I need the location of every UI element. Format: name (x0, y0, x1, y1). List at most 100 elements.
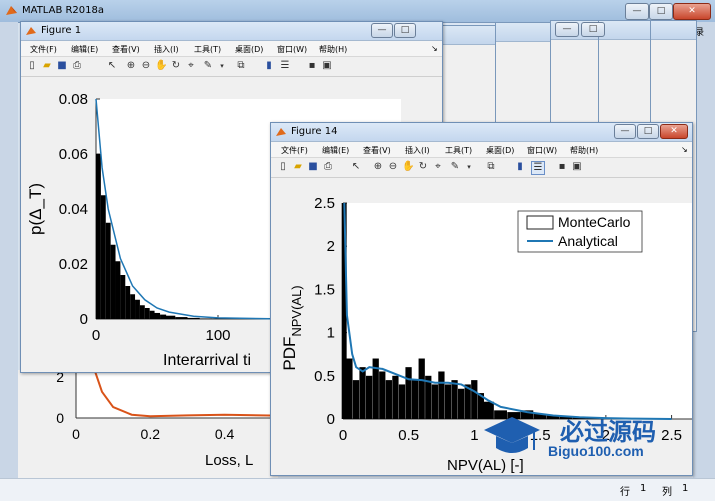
pan-icon[interactable]: ✋ (155, 60, 167, 72)
menu-help[interactable]: 帮助(H) (570, 145, 598, 156)
rotate-icon[interactable]: ↻ (170, 60, 182, 72)
interarrival-histogram-bar (188, 318, 200, 319)
menu-file[interactable]: 文件(F) (30, 44, 57, 55)
interarrival-ytick-label: 0.02 (59, 256, 88, 273)
insert-legend-icon[interactable]: ☰ (531, 161, 545, 175)
menu-dock-arrow-icon[interactable]: ↘ (681, 145, 688, 154)
close-button[interactable]: ✕ (673, 3, 711, 20)
stack-minimize-button[interactable]: — (555, 22, 579, 37)
interarrival-ytick-label: 0.06 (59, 146, 88, 163)
link-plot-icon[interactable]: ⧉ (235, 60, 247, 72)
graduation-cap-icon (482, 412, 542, 460)
insert-legend-icon[interactable]: ☰ (279, 60, 291, 72)
menu-dock-arrow-icon[interactable]: ↘ (431, 44, 438, 53)
insert-colorbar-icon[interactable]: ▮ (514, 161, 526, 173)
maximize-button[interactable]: □ (649, 3, 673, 20)
menu-help[interactable]: 帮助(H) (319, 44, 347, 55)
interarrival-histogram-bar (163, 316, 175, 319)
hide-plot-tools-icon[interactable]: ▪ (306, 60, 318, 72)
menu-file[interactable]: 文件(F) (281, 145, 308, 156)
npv-ytick-label: 0.5 (314, 368, 335, 385)
brush-icon[interactable]: ✎ (449, 161, 461, 173)
new-figure-icon[interactable]: ▯ (26, 60, 38, 72)
menu-window[interactable]: 窗口(W) (277, 44, 307, 55)
edit-plot-icon[interactable]: ↖ (350, 161, 362, 173)
menu-view[interactable]: 查看(V) (112, 44, 140, 55)
open-file-icon[interactable]: ▰ (292, 161, 304, 173)
menu-desktop[interactable]: 桌面(D) (486, 145, 514, 156)
link-plot-icon[interactable]: ⧉ (485, 161, 497, 173)
menu-edit[interactable]: 编辑(E) (71, 44, 98, 55)
zoom-out-icon[interactable]: ⊖ (387, 161, 399, 173)
zoom-in-icon[interactable]: ⊕ (125, 60, 137, 72)
insert-colorbar-icon[interactable]: ▮ (263, 60, 275, 72)
npv-ylabel-sub: NPV(AL) (289, 285, 304, 336)
npv-histogram-bar (419, 359, 425, 419)
npv-histogram-bar (412, 380, 418, 419)
npv-histogram-bar (392, 376, 398, 419)
data-cursor-icon[interactable]: ⌖ (185, 60, 197, 72)
status-row-label: 行 (620, 483, 630, 498)
menu-edit[interactable]: 编辑(E) (322, 145, 349, 156)
npv-histogram-bar (366, 376, 372, 419)
print-icon[interactable]: ⎙ (322, 161, 334, 173)
matlab-logo-icon (5, 4, 18, 17)
hide-plot-tools-icon[interactable]: ▪ (556, 161, 568, 173)
menu-tools[interactable]: 工具(T) (445, 145, 472, 156)
npv-legend[interactable]: MonteCarlo Analytical (518, 211, 642, 252)
pan-icon[interactable]: ✋ (402, 161, 414, 173)
interarrival-ylabel: p(Δ_T) (26, 183, 45, 235)
open-file-icon[interactable]: ▰ (41, 60, 53, 72)
brush-dropdown-icon[interactable]: ▾ (463, 161, 475, 173)
npv-xtick-label: 0 (339, 427, 347, 444)
interarrival-histogram-bar (116, 261, 121, 319)
interarrival-histogram-bar (125, 286, 130, 319)
figure-14-toolbar: ▯ ▰ ■ ⎙ ↖ ⊕ ⊖ ✋ ↻ ⌖ ✎ ▾ ⧉ ▮ ☰ ▪ ▣ (271, 158, 692, 178)
print-icon[interactable]: ⎙ (71, 60, 83, 72)
npv-histogram-bar (399, 384, 405, 419)
npv-histogram-bar (346, 359, 352, 419)
background-plot-area: 2 0 00.20.40.6 Loss, L (18, 370, 278, 478)
status-bar: 行 1 列 1 (0, 478, 715, 501)
interarrival-ytick-label: 0.04 (59, 201, 88, 218)
zoom-out-icon[interactable]: ⊖ (140, 60, 152, 72)
stack-window-controls: — □ (555, 22, 609, 38)
menu-insert[interactable]: 插入(I) (405, 145, 430, 156)
figure-14-title-bar[interactable]: Figure 14 — □ ✕ (271, 123, 692, 142)
stack-maximize-button[interactable]: □ (581, 22, 605, 37)
interarrival-xlabel: Interarrival ti (163, 352, 251, 369)
interarrival-histogram-bar (96, 154, 101, 319)
figure-14-maximize-button[interactable]: □ (637, 124, 659, 139)
figure-1-minimize-button[interactable]: — (371, 23, 393, 38)
figure-1-title-bar[interactable]: Figure 1 — □ (21, 22, 442, 41)
menu-view[interactable]: 查看(V) (363, 145, 391, 156)
brush-dropdown-icon[interactable]: ▾ (216, 60, 228, 72)
status-col-value: 1 (682, 483, 688, 494)
figure-14-menubar: 文件(F) 编辑(E) 查看(V) 插入(I) 工具(T) 桌面(D) 窗口(W… (271, 142, 692, 158)
figure-14-close-button[interactable]: ✕ (660, 124, 688, 139)
loss-xtick-label: 0.2 (141, 426, 161, 442)
rotate-icon[interactable]: ↻ (417, 161, 429, 173)
show-plot-tools-icon[interactable]: ▣ (571, 161, 583, 173)
interarrival-histogram-bar (135, 300, 140, 319)
menu-insert[interactable]: 插入(I) (154, 44, 179, 55)
npv-histogram-bar (471, 380, 477, 419)
figure-1-maximize-button[interactable]: □ (394, 23, 416, 38)
show-plot-tools-icon[interactable]: ▣ (321, 60, 333, 72)
zoom-in-icon[interactable]: ⊕ (372, 161, 384, 173)
save-icon[interactable]: ■ (56, 60, 68, 72)
loss-ytick-0: 0 (56, 410, 64, 426)
menu-desktop[interactable]: 桌面(D) (235, 44, 263, 55)
brush-icon[interactable]: ✎ (202, 60, 214, 72)
menu-tools[interactable]: 工具(T) (194, 44, 221, 55)
save-icon[interactable]: ■ (307, 161, 319, 173)
edit-plot-icon[interactable]: ↖ (106, 60, 118, 72)
npv-histogram-bar (438, 371, 444, 419)
figure-14-minimize-button[interactable]: — (614, 124, 636, 139)
npv-ylabel-main: PDF (280, 337, 299, 371)
npv-histogram-bar (445, 384, 451, 419)
menu-window[interactable]: 窗口(W) (527, 145, 557, 156)
new-figure-icon[interactable]: ▯ (277, 161, 289, 173)
data-cursor-icon[interactable]: ⌖ (432, 161, 444, 173)
minimize-button[interactable]: — (625, 3, 649, 20)
